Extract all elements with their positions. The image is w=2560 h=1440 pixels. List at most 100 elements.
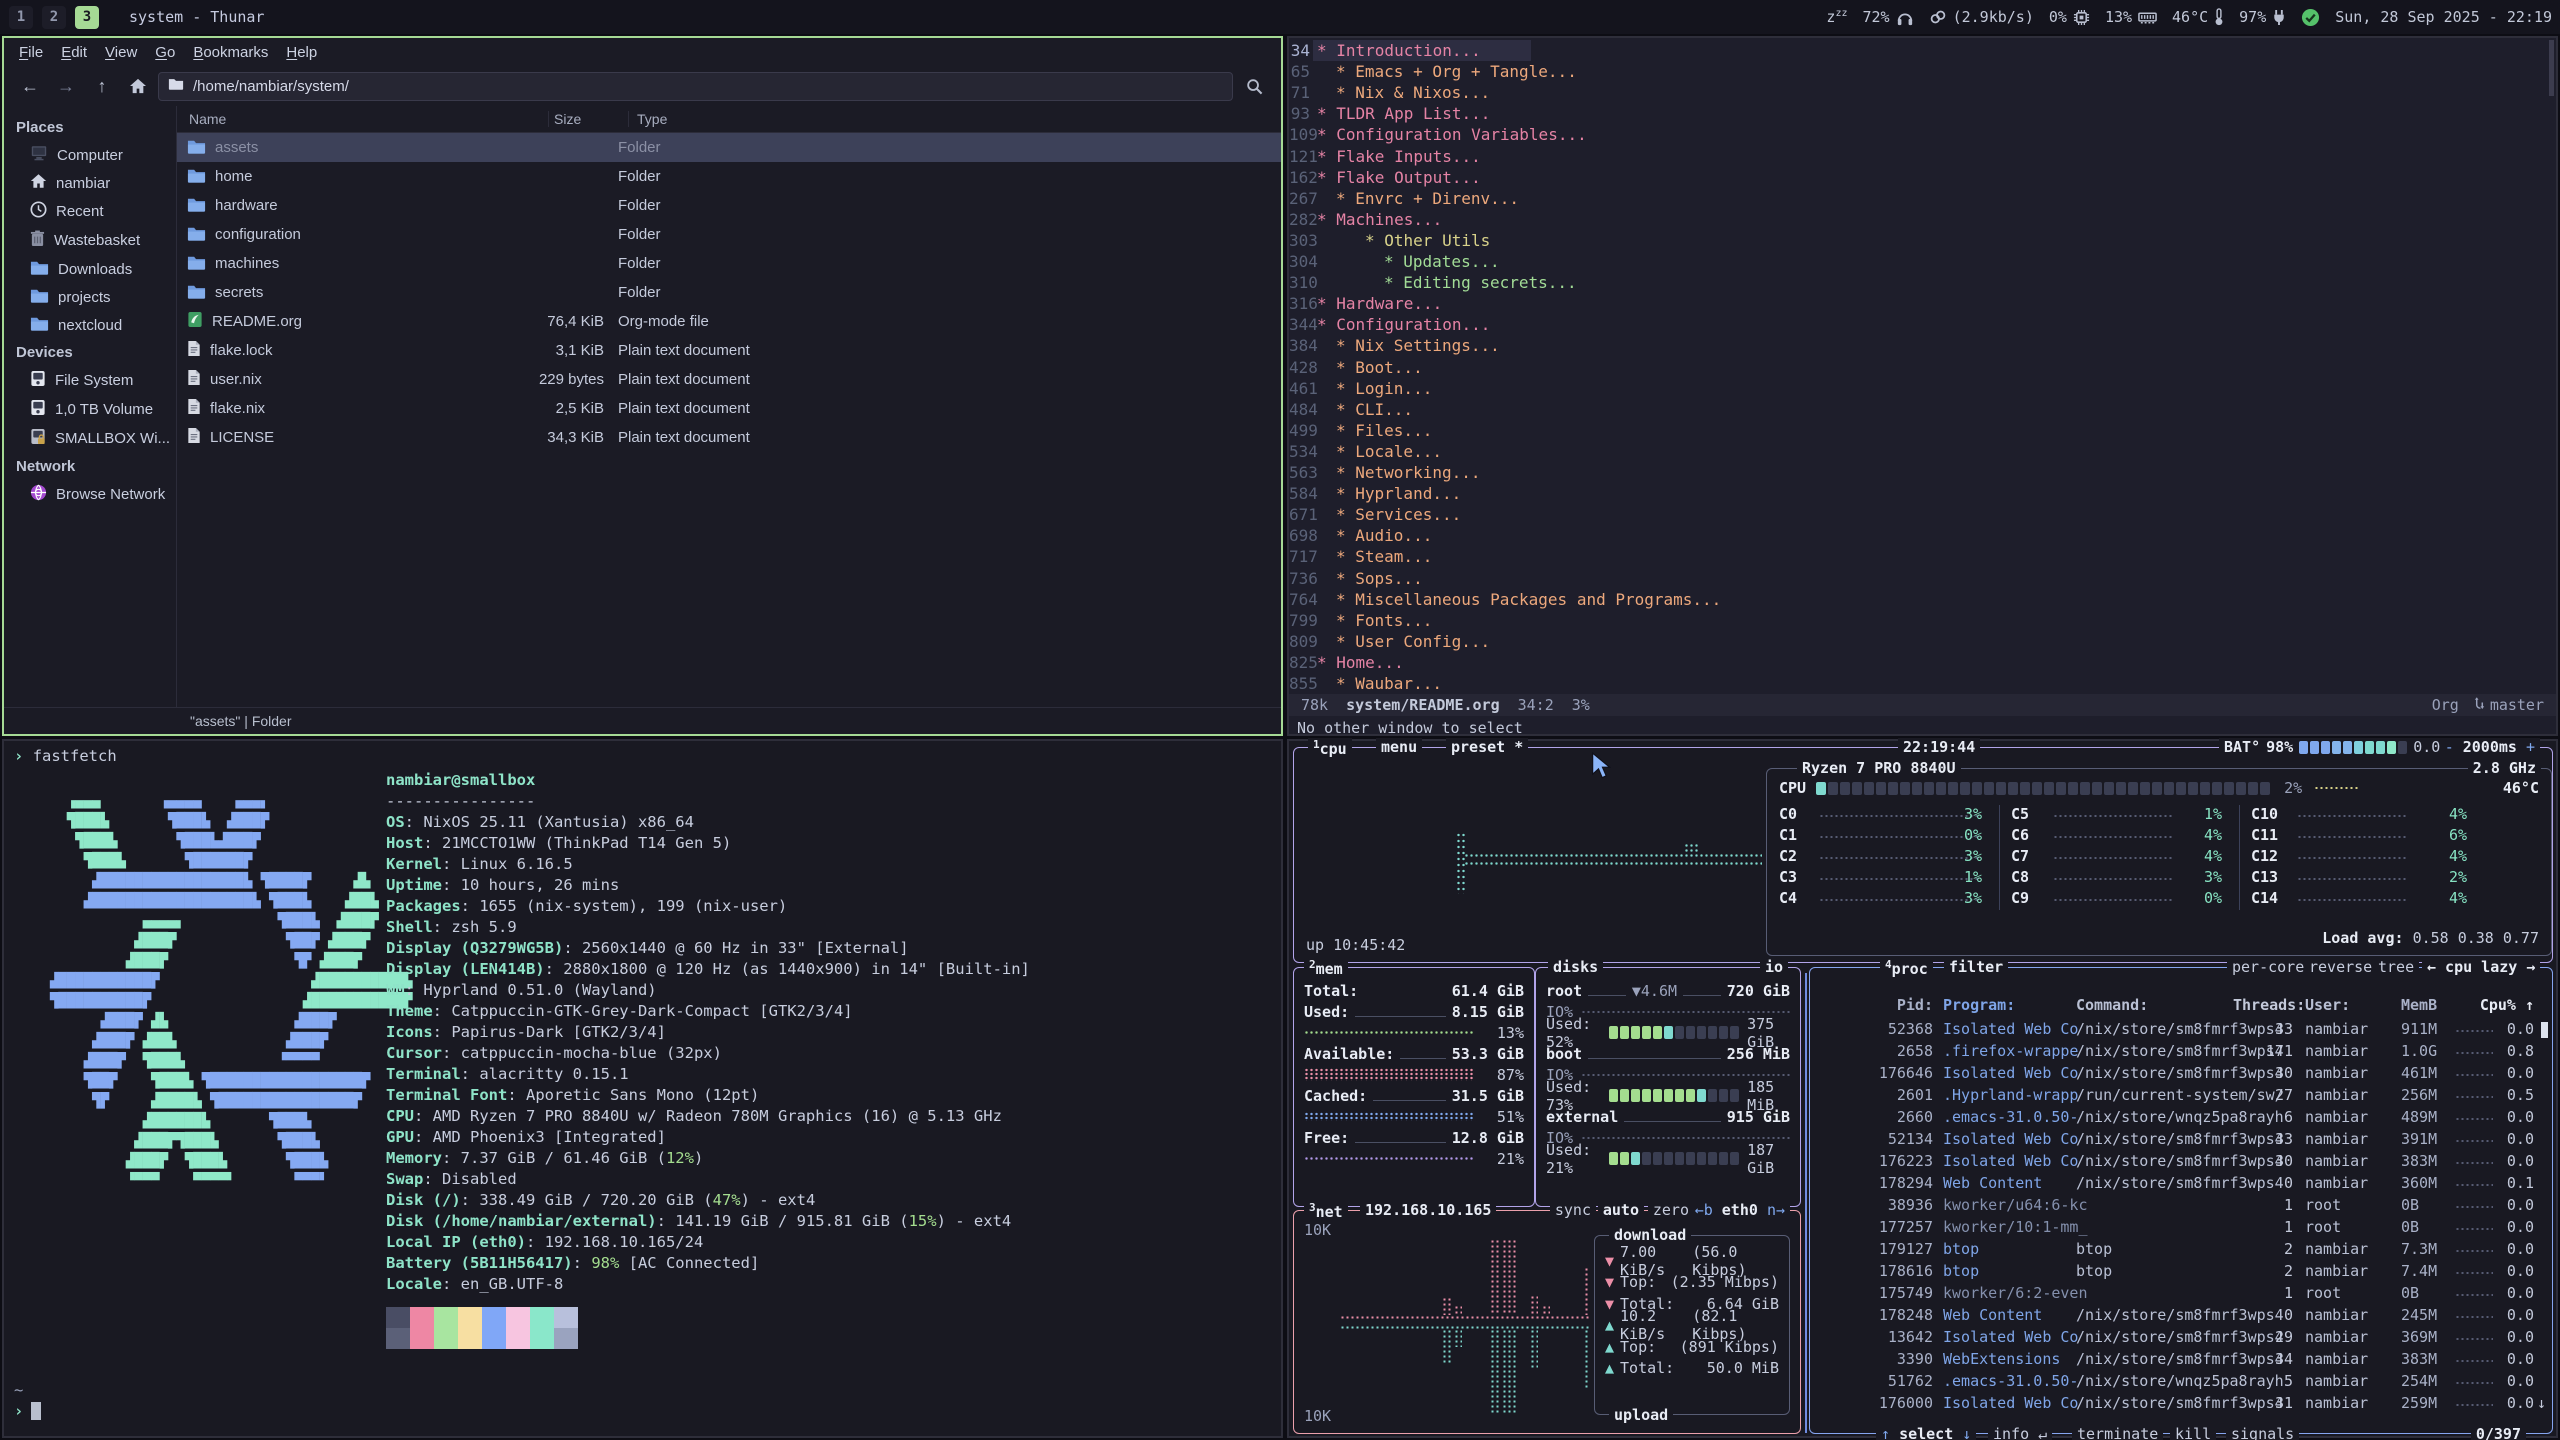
proc-row[interactable]: 52368Isolated Web Co/nix/store/sm8fmrf3w…	[1810, 1020, 2554, 1042]
proc-row[interactable]: 175749kworker/6:2-even1root0B0.0	[1810, 1284, 2554, 1306]
file-row[interactable]: secretsFolder	[177, 278, 1281, 307]
org-heading-line[interactable]: 698* Audio...	[1289, 525, 1432, 546]
proc-row[interactable]: 178616btopbtop2nambiar7.4M0.0	[1810, 1262, 2554, 1284]
sidebar-item-1-0-tb-volume[interactable]: 1,0 TB Volume	[4, 395, 176, 424]
proc-row[interactable]: 2658.firefox-wrappe/nix/store/sm8fmrf3wp…	[1810, 1042, 2554, 1064]
btop-disks-box[interactable]: disks io root▼4.6M720 GiBIO%Used: 52%375…	[1535, 967, 1801, 1207]
menu-view[interactable]: View	[96, 41, 146, 64]
sidebar-item-wastebasket[interactable]: Wastebasket	[4, 226, 176, 255]
preset-button[interactable]: preset *	[1446, 738, 1528, 756]
org-heading-line[interactable]: 71* Nix & Nixos...	[1289, 82, 1490, 103]
home-button[interactable]	[122, 72, 154, 100]
proc-row[interactable]: 176223Isolated Web Co/nix/store/sm8fmrf3…	[1810, 1152, 2554, 1174]
org-heading-line[interactable]: 121* Flake Inputs...	[1289, 146, 1481, 167]
org-heading-line[interactable]: 316* Hardware...	[1289, 293, 1442, 314]
search-button[interactable]	[1237, 72, 1271, 100]
file-row[interactable]: assetsFolder	[177, 133, 1281, 162]
org-heading-line[interactable]: 344* Configuration...	[1289, 314, 1490, 335]
org-heading-line[interactable]: 384* Nix Settings...	[1289, 335, 1500, 356]
proc-row[interactable]: 38936kworker/u64:6-kc1root0B0.0	[1810, 1196, 2554, 1218]
systemd-ok-icon[interactable]	[2301, 8, 2320, 27]
workspace-2[interactable]: 2	[42, 6, 66, 29]
org-heading-line[interactable]: 799* Fonts...	[1289, 610, 1432, 631]
mem-box-title[interactable]: 2mem	[1304, 958, 1348, 978]
temperature-module[interactable]: 46°C	[2172, 8, 2224, 26]
scroll-down-indicator[interactable]: ↓	[2537, 1394, 2546, 1412]
menu-help[interactable]: Help	[277, 41, 326, 64]
org-heading-line[interactable]: 671* Services...	[1289, 504, 1461, 525]
org-heading-line[interactable]: 304* Updates...	[1289, 251, 1500, 272]
proc-row[interactable]: 2660.emacs-31.0.50-/nix/store/wnqz5pa8ra…	[1810, 1108, 2554, 1130]
proc-row[interactable]: 51762.emacs-31.0.50-/nix/store/wnqz5pa8r…	[1810, 1372, 2554, 1394]
org-heading-line[interactable]: 484* CLI...	[1289, 399, 1413, 420]
filter-button[interactable]: filter	[1944, 958, 2008, 976]
file-row[interactable]: LICENSE34,3 KiBPlain text document	[177, 423, 1281, 452]
network-module[interactable]: (2.9kb/s)	[1929, 8, 2034, 26]
disks-box-title[interactable]: disks	[1548, 958, 1603, 976]
proc-row[interactable]: 176646Isolated Web Co/nix/store/sm8fmrf3…	[1810, 1064, 2554, 1086]
proc-row[interactable]: 177257kworker/10:1-mm_1root0B0.0	[1810, 1218, 2554, 1240]
menu-button[interactable]: menu	[1376, 738, 1422, 756]
sidebar-item-recent[interactable]: Recent	[4, 197, 176, 226]
file-row[interactable]: README.org76,4 KiBOrg-mode file	[177, 307, 1281, 336]
clock-module[interactable]: Sun, 28 Sep 2025 - 22:19	[2335, 8, 2552, 26]
sidebar-item-nambiar[interactable]: nambiar	[4, 169, 176, 197]
sidebar-item-file-system[interactable]: File System	[4, 366, 176, 395]
menu-file[interactable]: File	[10, 41, 52, 64]
terminal-fastfetch-window[interactable]: › fastfetch ▗▄▄▄ ▗▄▄▄▄ ▄▄▄▖ ▜███▙ ▜███▙ …	[2, 739, 1283, 1438]
sidebar-item-computer[interactable]: Computer	[4, 141, 176, 169]
org-heading-line[interactable]: 267* Envrc + Direnv...	[1289, 188, 1519, 209]
terminal-btop-window[interactable]: 1cpu menu preset * 22:19:44 BAT° 98% 0.0…	[1287, 739, 2558, 1438]
per-core-button[interactable]: per-core	[2227, 958, 2309, 976]
menu-edit[interactable]: Edit	[52, 41, 96, 64]
org-heading-line[interactable]: 162* Flake Output...	[1289, 167, 1481, 188]
proc-row[interactable]: 179127btopbtop2nambiar7.3M0.0	[1810, 1240, 2554, 1262]
workspace-3[interactable]: 3	[75, 6, 99, 29]
org-heading-line[interactable]: 563* Networking...	[1289, 462, 1481, 483]
emacs-window[interactable]: 34* Introduction...65* Emacs + Org + Tan…	[1287, 36, 2558, 736]
file-row[interactable]: hardwareFolder	[177, 191, 1281, 220]
proc-scrollbar-thumb[interactable]	[2541, 1022, 2548, 1038]
kill-hint[interactable]: kill	[2170, 1425, 2216, 1440]
update-interval[interactable]: - 2000ms +	[2440, 738, 2540, 756]
proc-row[interactable]: 178248Web Content/nix/store/sm8fmrf3wps4…	[1810, 1306, 2554, 1328]
column-headers[interactable]: Name Size Type	[177, 106, 1281, 133]
proc-row[interactable]: 52134Isolated Web Co/nix/store/sm8fmrf3w…	[1810, 1130, 2554, 1152]
org-heading-line[interactable]: 764* Miscellaneous Packages and Programs…	[1289, 589, 1721, 610]
sidebar-item-downloads[interactable]: Downloads	[4, 255, 176, 283]
org-heading-line[interactable]: 855* Waubar...	[1289, 673, 1442, 694]
menu-bookmarks[interactable]: Bookmarks	[184, 41, 277, 64]
idle-inhibitor[interactable]: zzz	[1826, 8, 1847, 26]
file-row[interactable]: machinesFolder	[177, 249, 1281, 278]
tree-button[interactable]: tree	[2373, 958, 2419, 976]
path-bar[interactable]: /home/nambiar/system/	[158, 72, 1233, 101]
sidebar-item-nextcloud[interactable]: nextcloud	[4, 311, 176, 339]
reverse-button[interactable]: reverse	[2304, 958, 2377, 976]
emacs-scrollbar[interactable]	[2549, 40, 2554, 96]
org-heading-line[interactable]: 534* Locale...	[1289, 441, 1442, 462]
org-heading-line[interactable]: 282* Machines...	[1289, 209, 1442, 230]
file-row[interactable]: configurationFolder	[177, 220, 1281, 249]
org-heading-line[interactable]: 584* Hyprland...	[1289, 483, 1461, 504]
menu-go[interactable]: Go	[146, 41, 184, 64]
terminate-hint[interactable]: terminate	[2072, 1425, 2163, 1440]
org-heading-line[interactable]: 499* Files...	[1289, 420, 1432, 441]
sidebar-item-projects[interactable]: projects	[4, 283, 176, 311]
proc-row[interactable]: 2601.Hyprland-wrapp/run/current-system/s…	[1810, 1086, 2554, 1108]
org-heading-line[interactable]: 303* Other Utils	[1289, 230, 1490, 251]
proc-box-title[interactable]: 4proc	[1880, 958, 1933, 978]
org-heading-line[interactable]: 93* TLDR App List...	[1289, 103, 1490, 124]
cpu-box-title[interactable]: 1cpu	[1308, 738, 1352, 758]
sort-selector[interactable]: ← cpu lazy →	[2422, 958, 2540, 976]
proc-row[interactable]: 178294Web Content/nix/store/sm8fmrf3wps4…	[1810, 1174, 2554, 1196]
shell-prompt[interactable]: ›	[14, 1402, 41, 1420]
org-heading-line[interactable]: 109* Configuration Variables...	[1289, 124, 1587, 145]
btop-net-box[interactable]: 3net 192.168.10.165 sync auto zero ←b et…	[1293, 1210, 1801, 1434]
info-hint[interactable]: info ↵	[1988, 1425, 2052, 1440]
proc-headers[interactable]: Pid: Program: Command: Threads: User: Me…	[1810, 996, 2554, 1018]
file-row[interactable]: user.nix229 bytesPlain text document	[177, 365, 1281, 394]
file-row[interactable]: flake.nix2,5 KiBPlain text document	[177, 394, 1281, 423]
org-heading-line[interactable]: 34* Introduction...	[1289, 40, 1481, 61]
up-button[interactable]: ↑	[86, 72, 118, 100]
sidebar-item-browse-network[interactable]: Browse Network	[4, 480, 176, 509]
